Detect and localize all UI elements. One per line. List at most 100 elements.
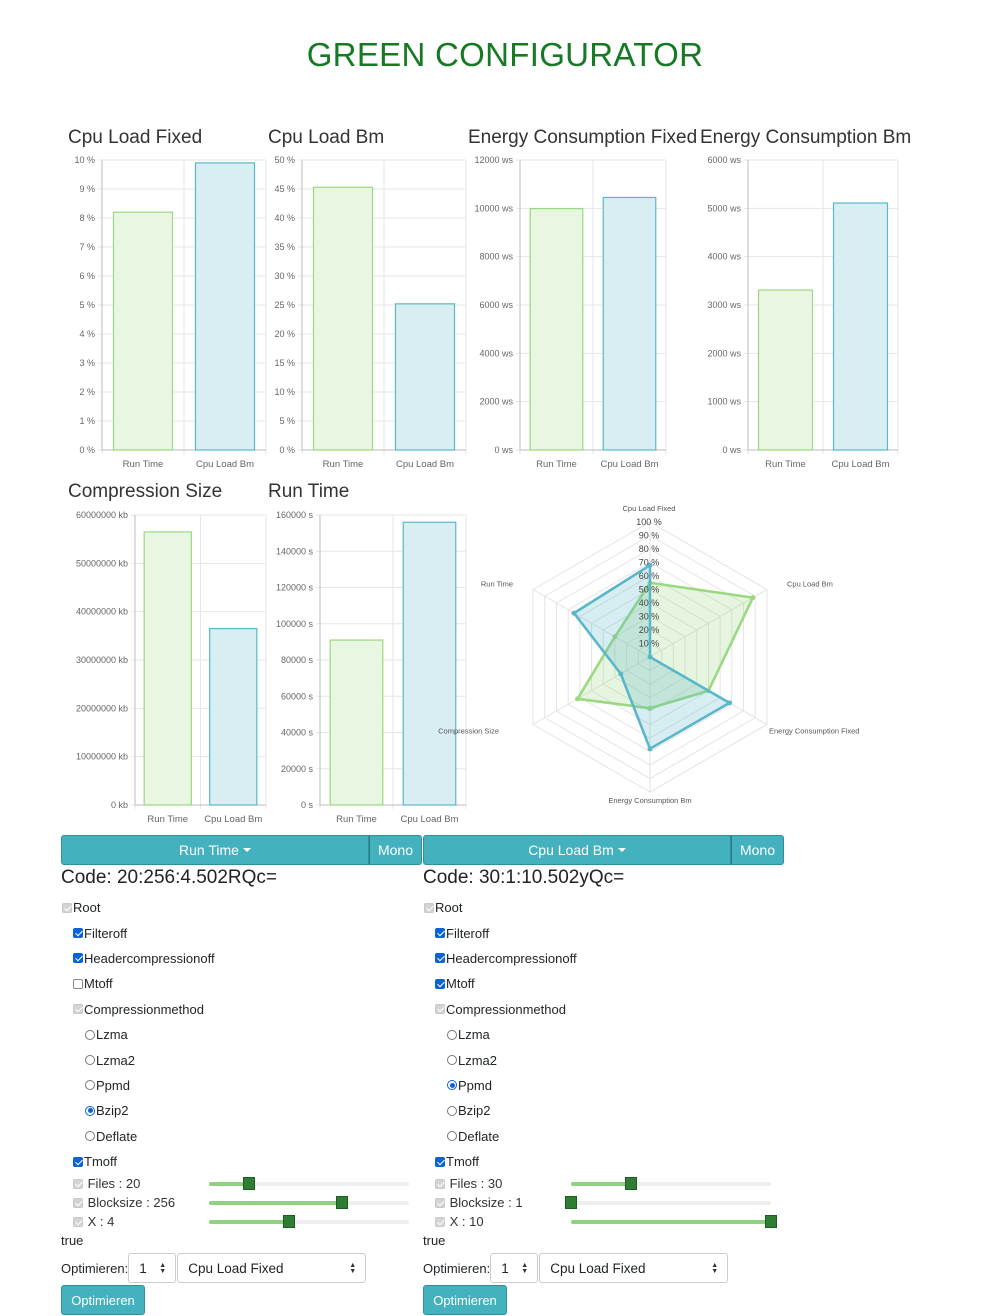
y-tick-label: 10000000 kb: [76, 752, 128, 762]
slider-thumb[interactable]: [625, 1177, 637, 1191]
checkbox-filteroff[interactable]: [435, 928, 445, 939]
optimize-button[interactable]: Optimieren: [423, 1285, 507, 1316]
count-select[interactable]: 1 ▲ ▼: [128, 1253, 177, 1284]
slider-thumb[interactable]: [336, 1196, 348, 1210]
metric-dropdown-button[interactable]: Run Time: [61, 835, 369, 865]
option-label: Compressionmethod: [84, 1001, 204, 1017]
checkbox-filteroff[interactable]: [73, 928, 83, 939]
tree-item: Lzma2: [423, 1047, 785, 1072]
radio-lzma2[interactable]: [85, 1055, 95, 1066]
radio-ppmd[interactable]: [85, 1080, 95, 1091]
y-tick-label: 2 %: [79, 387, 95, 397]
checkbox-headercompressionoff[interactable]: [73, 953, 83, 964]
charts-canvas: 0 % 1 % 2 % 3 % 4 % 5 % 6 % 7 % 8 % 9 % 10 % Run Ti…: [74, 155, 899, 825]
radio-bzip2[interactable]: [447, 1105, 457, 1116]
checkbox-mtoff[interactable]: [73, 978, 83, 989]
checkbox-tmoff[interactable]: [73, 1156, 83, 1167]
x-tick-label: Cpu Load Bm: [400, 814, 458, 825]
target-select[interactable]: Cpu Load Fixed ▲ ▼: [539, 1253, 729, 1284]
slider-row: Blocksize : 256: [61, 1193, 423, 1212]
select-arrows-icon: ▲ ▼: [711, 1262, 719, 1276]
option-label: Ppmd: [96, 1077, 130, 1093]
option-label: Compressionmethod: [446, 1001, 566, 1017]
y-tick-label: 10 %: [274, 387, 295, 397]
checkbox-mtoff[interactable]: [435, 978, 445, 989]
radar-tick-label: 80 %: [639, 544, 660, 554]
caret-down-icon: [242, 848, 251, 852]
radar-axis-label: Run Time: [481, 580, 513, 589]
y-tick-label: 7 %: [79, 242, 95, 252]
checkbox-tmoff[interactable]: [435, 1156, 445, 1167]
slider-track[interactable]: [571, 1215, 777, 1229]
slider-track[interactable]: [565, 1196, 771, 1210]
y-tick-label: 40000000 kb: [76, 607, 128, 617]
y-tick-label: 0 ws: [494, 445, 513, 455]
count-value: 1: [139, 1260, 147, 1276]
radio-lzma2[interactable]: [447, 1055, 457, 1066]
slider-thumb[interactable]: [765, 1215, 777, 1229]
radio-deflate[interactable]: [447, 1131, 457, 1142]
tree-item: Deflate: [423, 1124, 785, 1149]
target-value: Cpu Load Fixed: [188, 1260, 284, 1276]
option-label: Root: [73, 900, 101, 916]
option-label: Deflate: [458, 1128, 500, 1144]
slider-checkbox: [73, 1178, 83, 1189]
count-select[interactable]: 1 ▲ ▼: [490, 1253, 539, 1284]
option-label: Ppmd: [458, 1077, 492, 1093]
y-tick-label: 6000 ws: [707, 155, 741, 165]
bar-cpu-load-bm: [602, 196, 657, 451]
y-tick-label: 25 %: [274, 300, 295, 310]
status-text: true: [423, 1233, 446, 1249]
slider-thumb[interactable]: [243, 1177, 255, 1191]
option-label: Filteroff: [446, 925, 490, 941]
checkbox-headercompressionoff[interactable]: [435, 953, 445, 964]
metric-dropdown-button[interactable]: Cpu Load Bm: [423, 835, 731, 865]
radar-tick-label: 10 %: [639, 639, 660, 649]
slider-track[interactable]: [209, 1196, 409, 1210]
slider-thumb[interactable]: [283, 1215, 295, 1229]
count-value: 1: [501, 1260, 509, 1276]
radar-axis-label: Cpu Load Fixed: [623, 504, 676, 513]
bar-cpu-load-bm: [832, 202, 889, 451]
bar-cpu-load-bm: [394, 303, 456, 451]
mono-button[interactable]: Mono: [731, 835, 784, 865]
radar-point: [571, 610, 577, 616]
optimize-button[interactable]: Optimieren: [61, 1285, 145, 1316]
tree-item: Lzma: [423, 1022, 785, 1047]
y-tick-label: 0 ws: [722, 445, 741, 455]
config-panel-left: Run Time Mono Code: 20:256:4.502RQc= Root Fi…: [61, 835, 423, 1316]
slider-track[interactable]: [209, 1177, 409, 1191]
slider-checkbox: [73, 1197, 83, 1208]
option-label: Bzip2: [96, 1103, 129, 1119]
target-select[interactable]: Cpu Load Fixed ▲ ▼: [177, 1253, 367, 1284]
y-tick-label: 60000000 kb: [76, 510, 128, 520]
mono-button[interactable]: Mono: [369, 835, 422, 865]
slider-track[interactable]: [571, 1177, 771, 1191]
y-tick-label: 120000 s: [276, 583, 314, 593]
radio-lzma[interactable]: [85, 1029, 95, 1040]
bar-chart-run-time: 0 s 20000 s 40000 s 60000 s 80000 s 100000 s 1…: [276, 510, 467, 825]
slider-label: Blocksize : 256: [84, 1195, 176, 1211]
y-tick-label: 60000 s: [281, 691, 314, 701]
radio-ppmd[interactable]: [447, 1080, 457, 1091]
slider-fill: [209, 1220, 289, 1225]
y-tick-label: 12000 ws: [474, 155, 513, 165]
y-tick-label: 0 s: [301, 800, 314, 810]
tree-item: Bzip2: [61, 1098, 423, 1123]
radar-tick-label: 40 %: [639, 598, 660, 608]
y-tick-label: 6 %: [79, 271, 95, 281]
checkbox-compressionmethod: [435, 1004, 445, 1015]
slider-thumb[interactable]: [565, 1196, 577, 1210]
y-tick-label: 10 %: [74, 155, 95, 165]
radar-axis-label: Energy Consumption Fixed: [769, 727, 859, 736]
radar-tick-label: 70 %: [639, 558, 660, 568]
slider-track[interactable]: [209, 1215, 409, 1229]
radio-lzma[interactable]: [447, 1029, 457, 1040]
radio-deflate[interactable]: [85, 1131, 95, 1142]
x-tick-label: Run Time: [536, 459, 577, 470]
radio-bzip2[interactable]: [85, 1105, 95, 1116]
tree-item: Filteroff: [423, 920, 785, 945]
slider-label: X : 10: [446, 1214, 484, 1230]
radar-chart: 10 % 20 % 30 % 40 % 50 % 60 % 70 % 80 % 90 % 100 …: [438, 504, 859, 805]
y-tick-label: 20000 s: [281, 764, 314, 774]
